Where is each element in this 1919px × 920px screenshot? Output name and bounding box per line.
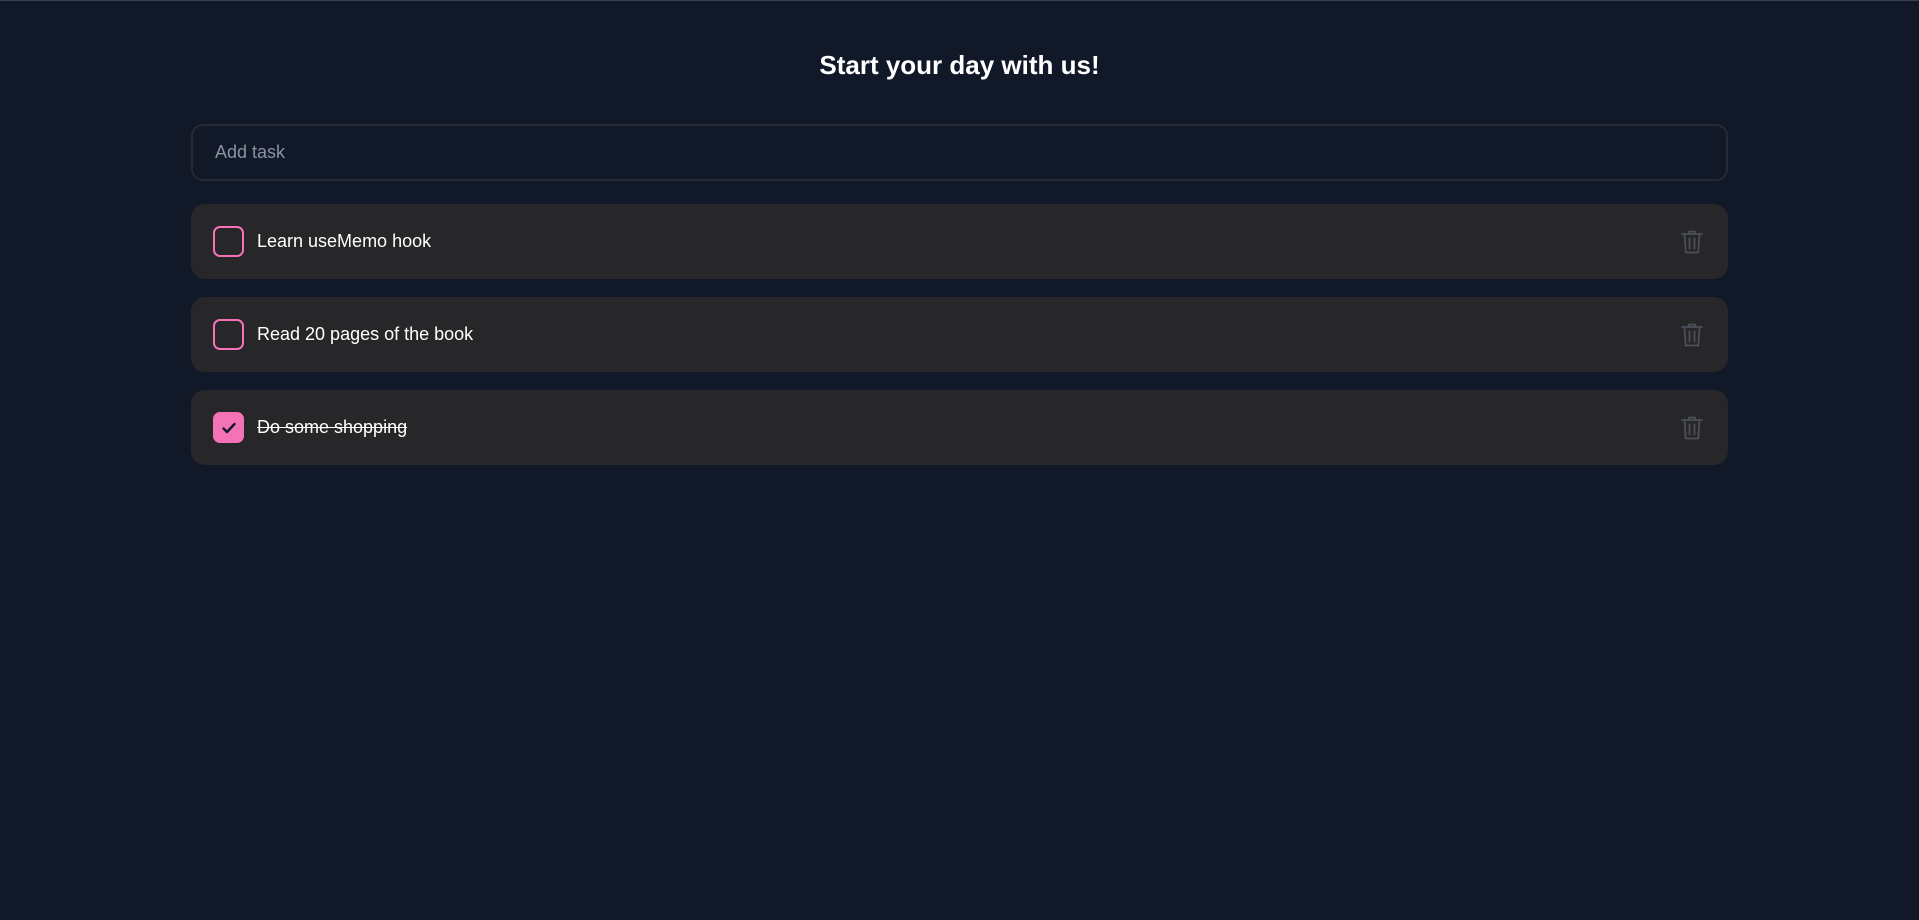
trash-icon — [1681, 323, 1703, 346]
task-label: Read 20 pages of the book — [257, 324, 474, 344]
check-icon — [221, 422, 236, 433]
task-item: Read 20 pages of the book — [191, 297, 1728, 372]
task-checkbox[interactable] — [213, 226, 244, 257]
delete-task-button[interactable] — [1678, 414, 1706, 442]
task-label: Do some shopping — [257, 417, 408, 437]
task-label: Learn useMemo hook — [257, 231, 432, 251]
trash-icon — [1681, 230, 1703, 253]
task-checkbox-checked[interactable] — [213, 412, 244, 443]
delete-task-button[interactable] — [1678, 321, 1706, 349]
delete-task-button[interactable] — [1678, 228, 1706, 256]
page-title: Start your day with us! — [819, 50, 1100, 80]
task-item: Do some shopping — [191, 390, 1728, 465]
add-task-input[interactable] — [191, 124, 1728, 181]
task-checkbox[interactable] — [213, 319, 244, 350]
trash-icon — [1681, 416, 1703, 439]
task-list: Learn useMemo hook Read 20 pages of the … — [191, 204, 1728, 483]
task-item: Learn useMemo hook — [191, 204, 1728, 279]
